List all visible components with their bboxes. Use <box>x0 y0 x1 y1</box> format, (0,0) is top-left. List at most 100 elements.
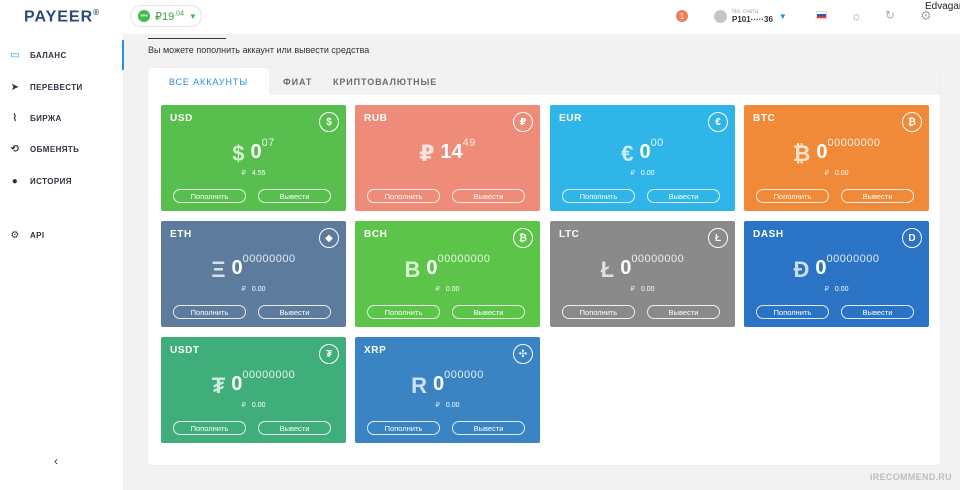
withdraw-button[interactable]: Вывести <box>258 305 331 319</box>
currency-symbol: R <box>411 373 428 398</box>
currency-code: LTC <box>559 229 580 240</box>
withdraw-button[interactable]: Вывести <box>452 421 525 435</box>
withdraw-button[interactable]: Вывести <box>841 189 914 203</box>
accounts-panel: ВСЕ АККАУНТЫ ФИАТ КРИПТОВАЛЮТНЫЕ USD $ $00… <box>148 68 940 465</box>
balance-integer: 0 <box>250 141 262 163</box>
balance-value: $007 <box>161 137 346 167</box>
deposit-button[interactable]: Пополнить <box>173 421 246 435</box>
theme-sun-icon[interactable]: ☼ <box>851 9 862 23</box>
rub-equivalent: ₽0.00 <box>161 401 346 409</box>
rub-symbol: ₽ <box>824 170 829 177</box>
rub-equivalent: ₽0.00 <box>744 169 929 177</box>
language-flag-icon[interactable] <box>816 11 827 19</box>
rub-value: 0.00 <box>445 402 460 409</box>
balance-dropdown[interactable]: ••• ₽19.04 ▼ <box>130 5 202 27</box>
currency-symbol: ₽ <box>419 141 435 166</box>
currency-icon: ₮ <box>319 344 339 364</box>
rub-symbol: ₽ <box>435 286 440 293</box>
collapse-sidebar-icon[interactable]: ‹ <box>54 454 58 468</box>
withdraw-button[interactable]: Вывести <box>452 305 525 319</box>
balance-value: Ξ 000000000 <box>161 253 346 283</box>
sidebar-item-exchange-market[interactable]: ⌇ БИРЖА <box>0 103 124 133</box>
account-card-btc: BTC ₿ ₿ 000000000 ₽0.00 Пополнить Вывести <box>744 105 929 211</box>
notification-badge[interactable]: 1 <box>676 10 688 22</box>
account-card-eth: ETH ◆ Ξ 000000000 ₽0.00 Пополнить Вывести <box>161 221 346 327</box>
rub-value: 0.00 <box>445 286 460 293</box>
currency-icon: ₿ <box>513 228 533 248</box>
currency-symbol: € <box>621 141 634 166</box>
balance-decimals: 00000000 <box>631 253 685 265</box>
top-bar: PAYEER® ••• ₽19.04 ▼ 1 No. счета P101···… <box>0 0 960 34</box>
currency-code: BCH <box>364 229 388 240</box>
rub-equivalent: ₽0.00 <box>550 169 735 177</box>
tab-fiat[interactable]: ФИАТ <box>283 68 312 95</box>
balance-value: ₮ 000000000 <box>161 369 346 399</box>
withdraw-button[interactable]: Вывести <box>647 189 720 203</box>
deposit-button[interactable]: Пополнить <box>756 305 829 319</box>
sidebar: ▭ БАЛАНС ➤ ПЕРЕВЕСТИ ⌇ БИРЖА ⟲ ОБМЕНЯТЬ … <box>0 34 124 490</box>
balance-integer: 0 <box>639 141 651 163</box>
tab-all-accounts[interactable]: ВСЕ АККАУНТЫ <box>148 68 269 95</box>
rub-value: 0.00 <box>640 286 655 293</box>
rub-value: 0.00 <box>251 286 266 293</box>
balance-integer: 0 <box>815 257 827 279</box>
currency-code: ETH <box>170 229 192 240</box>
account-card-rub: RUB ₽ ₽1449 Пополнить Вывести <box>355 105 540 211</box>
deposit-button[interactable]: Пополнить <box>367 421 440 435</box>
sidebar-item-swap[interactable]: ⟲ ОБМЕНЯТЬ <box>0 134 124 164</box>
balance-decimals: 00000000 <box>242 253 296 265</box>
balance-amount: ₽19.04 <box>155 9 184 23</box>
chart-icon: ⌇ <box>12 112 18 124</box>
rub-equivalent: ₽0.00 <box>161 285 346 293</box>
withdraw-button[interactable]: Вывести <box>258 189 331 203</box>
rub-symbol: ₽ <box>824 286 829 293</box>
main-content: Вы можете пополнить аккаунт или вывести … <box>124 34 960 490</box>
rub-symbol: ₽ <box>630 286 635 293</box>
currency-icon: ₿ <box>902 112 922 132</box>
account-selector[interactable]: No. счета P101·····36 ▼ <box>714 9 787 24</box>
currency-code: USD <box>170 113 193 124</box>
balance-decimals: 00000000 <box>437 253 491 265</box>
chevron-down-icon: ▼ <box>778 12 787 21</box>
payeer-logo[interactable]: PAYEER® <box>24 8 100 26</box>
exchange-icon: ⟲ <box>10 143 20 155</box>
account-card-bch: BCH ₿ B 000000000 ₽0.00 Пополнить Вывести <box>355 221 540 327</box>
currency-symbol: ₿ <box>792 141 811 166</box>
deposit-button[interactable]: Пополнить <box>173 189 246 203</box>
tab-crypto[interactable]: КРИПТОВАЛЮТНЫЕ <box>333 68 437 95</box>
rub-value: 0.00 <box>251 402 266 409</box>
balance-value: ₽1449 <box>355 137 540 167</box>
clock-icon: ● <box>11 175 19 187</box>
account-card-ltc: LTC Ł Ł 000000000 ₽0.00 Пополнить Вывести <box>550 221 735 327</box>
account-tabs: ВСЕ АККАУНТЫ ФИАТ КРИПТОВАЛЮТНЫЕ <box>148 68 940 95</box>
currency-code: USDT <box>170 345 200 356</box>
sidebar-item-transfer[interactable]: ➤ ПЕРЕВЕСТИ <box>0 72 124 102</box>
currency-symbol: Ξ <box>211 257 226 282</box>
balance-value: Đ 000000000 <box>744 253 929 283</box>
rub-symbol: ₽ <box>241 170 246 177</box>
sidebar-item-api[interactable]: ⚙ API <box>0 220 124 250</box>
withdraw-button[interactable]: Вывести <box>841 305 914 319</box>
sync-icon[interactable]: ↻ <box>885 8 895 22</box>
balance-value: ₿ 000000000 <box>744 137 929 167</box>
deposit-button[interactable]: Пополнить <box>367 305 440 319</box>
balance-decimals: 07 <box>261 137 275 149</box>
sidebar-item-history[interactable]: ● ИСТОРИЯ <box>0 166 124 196</box>
currency-icon: ◆ <box>319 228 339 248</box>
deposit-button[interactable]: Пополнить <box>562 305 635 319</box>
currency-symbol: B <box>404 257 421 282</box>
rub-value: 0.00 <box>834 170 849 177</box>
deposit-button[interactable]: Пополнить <box>756 189 829 203</box>
currency-symbol: ₮ <box>211 373 226 398</box>
deposit-button[interactable]: Пополнить <box>367 189 440 203</box>
balance-integer: 0 <box>433 373 445 395</box>
deposit-button[interactable]: Пополнить <box>173 305 246 319</box>
withdraw-button[interactable]: Вывести <box>258 421 331 435</box>
deposit-button[interactable]: Пополнить <box>562 189 635 203</box>
sidebar-item-balance[interactable]: ▭ БАЛАНС <box>0 40 124 70</box>
currency-icon: Ł <box>708 228 728 248</box>
withdraw-button[interactable]: Вывести <box>647 305 720 319</box>
balance-integer: 0 <box>231 373 243 395</box>
withdraw-button[interactable]: Вывести <box>452 189 525 203</box>
balance-decimals: 00000000 <box>827 137 881 149</box>
